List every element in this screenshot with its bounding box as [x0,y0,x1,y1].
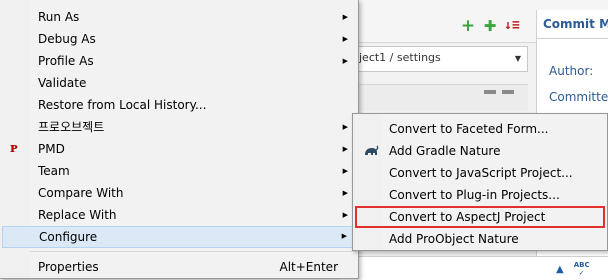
menu-item-proobject[interactable]: 프로오브젝트 ▶ [2,116,356,138]
menu-item-label: PMD [38,142,65,156]
background-toolbar: + ✚ ↓≡ [460,18,520,36]
menu-item-label: Restore from Local History... [38,98,207,112]
pmd-icon: ᴘ [10,141,18,156]
spellcheck-icon[interactable]: ABC ✓ [574,261,590,277]
menu-item-replace-with[interactable]: Replace With ▶ [2,204,356,226]
menu-item-add-proobject-nature[interactable]: Add ProObject Nature [355,228,605,250]
menu-item-label: Profile As [38,54,94,68]
sort-icon[interactable]: ↓≡ [504,18,520,34]
submenu-arrow-icon: ▶ [342,189,348,197]
menu-item-add-gradle-nature[interactable]: Add Gradle Nature [355,140,605,162]
menu-item-label: Debug As [38,32,96,46]
menu-item-debug-as[interactable]: Debug As ▶ [2,28,356,50]
menu-item-compare-with[interactable]: Compare With ▶ [2,182,356,204]
path-field-text: ject1 / settings [359,51,441,64]
menu-item-label: Team [38,164,70,178]
menu-item-label: Configure [39,230,98,244]
menu-item-convert-plugin-projects[interactable]: Convert to Plug-in Projects... [355,184,605,206]
add-all-icon[interactable]: ✚ [482,18,498,34]
menu-item-convert-faceted-form[interactable]: Convert to Faceted Form... [355,118,605,140]
submenu-arrow-icon: ▶ [342,211,348,219]
menu-item-label: Properties [38,260,99,274]
menu-item-team[interactable]: Team ▶ [2,160,356,182]
menu-item-label: Convert to Faceted Form... [389,122,549,136]
maximize-icon[interactable] [502,90,514,94]
bottom-icons: ▲ ABC ✓ [556,261,590,277]
context-menu: Run As ▶ Debug As ▶ Profile As ▶ Validat… [0,0,359,279]
menu-item-label: Validate [38,76,87,90]
menu-item-convert-aspectj-project[interactable]: Convert to AspectJ Project [355,206,605,228]
minimize-icon[interactable] [484,90,496,94]
menu-item-label: Replace With [38,208,117,222]
menu-separator [30,251,356,252]
spellcheck-label: ABC [573,261,590,269]
menu-item-label: Add ProObject Nature [389,232,519,246]
submenu-arrow-icon: ▶ [342,35,348,43]
menu-item-label: 프로오브젝트 [38,120,105,134]
view-controls [484,90,514,94]
committer-label: Committer [549,90,608,104]
dropdown-arrow-icon[interactable]: ▼ [515,54,521,63]
author-label: Author: [549,64,594,78]
menu-item-profile-as[interactable]: Profile As ▶ [2,50,356,72]
submenu-arrow-icon: ▶ [342,145,348,153]
gradle-elephant-icon [363,144,379,158]
menu-item-label: Convert to JavaScript Project... [389,166,573,180]
menu-item-label: Compare With [38,186,124,200]
menu-item-properties[interactable]: Properties Alt+Enter [2,256,356,278]
menu-item-validate[interactable]: Validate [2,72,356,94]
submenu-arrow-icon: ▶ [342,57,348,65]
menu-item-run-as[interactable]: Run As ▶ [2,6,356,28]
configure-submenu: Convert to Faceted Form... Add Gradle Na… [352,113,608,251]
menu-item-convert-javascript-project[interactable]: Convert to JavaScript Project... [355,162,605,184]
up-arrow-icon[interactable]: ▲ [556,264,564,275]
menu-item-restore-local-history[interactable]: Restore from Local History... [2,94,356,116]
add-icon[interactable]: + [460,18,476,35]
submenu-arrow-icon: ▶ [341,232,347,240]
background-panel [358,84,528,111]
menu-item-pmd[interactable]: ᴘ PMD ▶ [2,138,356,160]
submenu-arrow-icon: ▶ [342,123,348,131]
path-field[interactable]: ject1 / settings ▼ [358,46,528,72]
submenu-arrow-icon: ▶ [342,13,348,21]
menu-item-label: Convert to Plug-in Projects... [389,188,560,202]
menu-item-configure[interactable]: Configure ▶ [2,226,356,248]
commit-message-tab[interactable]: Commit Me [537,10,608,39]
menu-item-label: Add Gradle Nature [389,144,501,158]
menu-item-label: Run As [38,10,80,24]
menu-item-label: Convert to AspectJ Project [389,210,546,224]
menu-item-shortcut: Alt+Enter [279,260,338,274]
submenu-arrow-icon: ▶ [342,167,348,175]
